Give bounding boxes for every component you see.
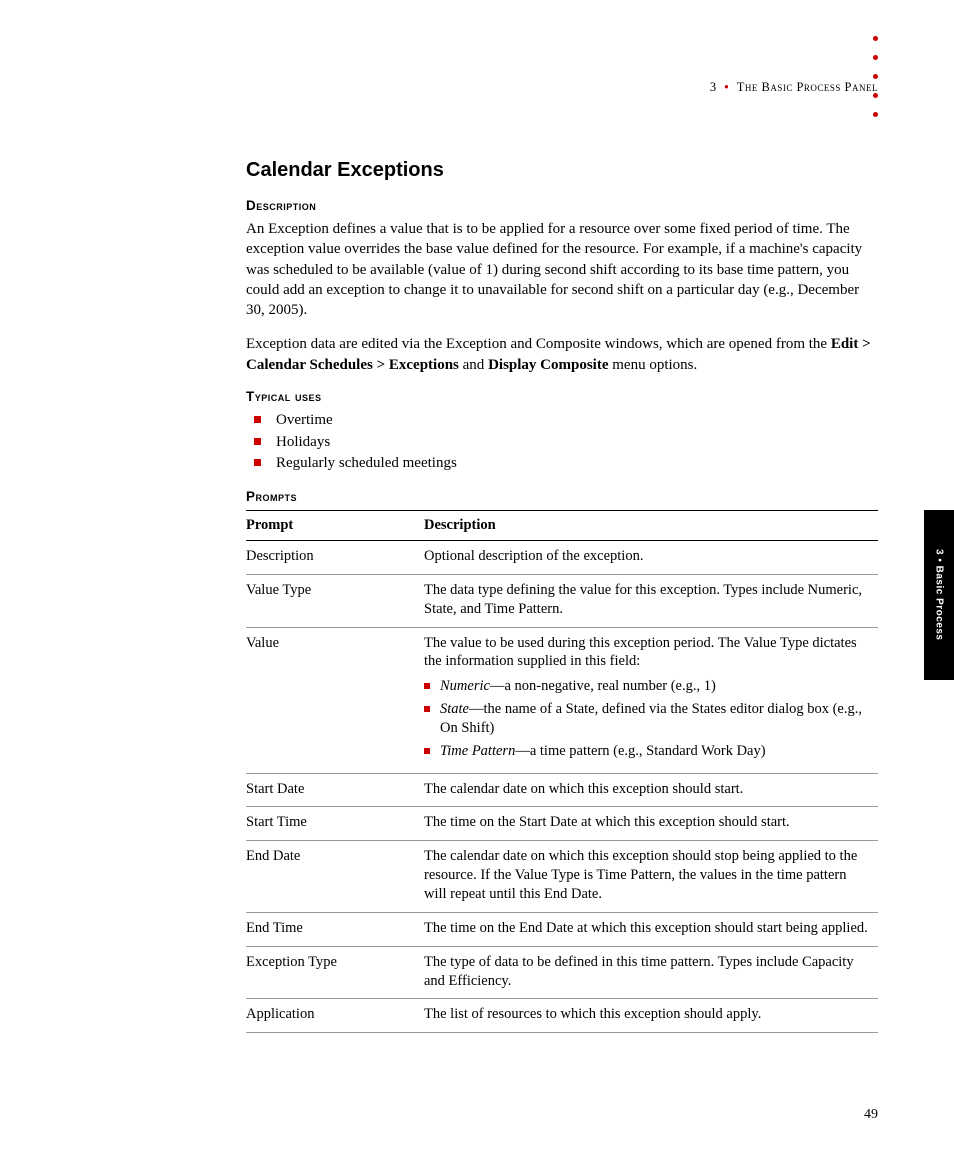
table-header-prompt: Prompt xyxy=(246,511,424,541)
subhead-typical-uses: Typical uses xyxy=(246,389,878,404)
table-row: Value Type The data type defining the va… xyxy=(246,574,878,627)
prompts-table: Prompt Description Description Optional … xyxy=(246,510,878,1033)
table-row: Application The list of resources to whi… xyxy=(246,999,878,1033)
header-separator-dot: • xyxy=(720,80,733,94)
list-item: Overtime xyxy=(252,410,878,432)
value-type-desc: —a time pattern (e.g., Standard Work Day… xyxy=(515,743,765,759)
value-type-name: Time Pattern xyxy=(440,743,515,759)
table-row: Start Date The calendar date on which th… xyxy=(246,773,878,807)
list-item: Time Pattern—a time pattern (e.g., Stand… xyxy=(424,742,870,761)
cell-description: The list of resources to which this exce… xyxy=(424,999,878,1033)
cell-description: The type of data to be defined in this t… xyxy=(424,946,878,999)
cell-description: The time on the End Date at which this e… xyxy=(424,912,878,946)
list-item: Numeric—a non-negative, real number (e.g… xyxy=(424,677,870,696)
cell-prompt: Value Type xyxy=(246,574,424,627)
cell-description: The data type defining the value for thi… xyxy=(424,574,878,627)
cell-description: The calendar date on which this exceptio… xyxy=(424,773,878,807)
cell-prompt: Application xyxy=(246,999,424,1033)
p2-text-mid: and xyxy=(459,357,488,373)
table-header-description: Description xyxy=(424,511,878,541)
running-header: 3 • The Basic Process Panel xyxy=(246,80,878,95)
p2-text-post: menu options. xyxy=(609,357,698,373)
section-title: Calendar Exceptions xyxy=(246,159,878,182)
table-row: Start Time The time on the Start Date at… xyxy=(246,807,878,841)
p2-bold-display-composite: Display Composite xyxy=(488,357,608,373)
cell-prompt: End Time xyxy=(246,912,424,946)
cell-prompt: Start Time xyxy=(246,807,424,841)
cell-prompt: Start Date xyxy=(246,773,424,807)
subhead-description: Description xyxy=(246,198,878,213)
header-chapter-title: The Basic Process Panel xyxy=(737,80,878,94)
list-item: State—the name of a State, defined via t… xyxy=(424,700,870,738)
value-type-desc: —a non-negative, real number (e.g., 1) xyxy=(490,678,716,694)
table-row: Exception Type The type of data to be de… xyxy=(246,946,878,999)
typical-uses-list: Overtime Holidays Regularly scheduled me… xyxy=(252,410,878,475)
header-chapter-number: 3 xyxy=(710,80,717,94)
value-type-desc: —the name of a State, defined via the St… xyxy=(440,701,862,736)
cell-description: Optional description of the exception. xyxy=(424,541,878,575)
cell-prompt: Value xyxy=(246,627,424,773)
cell-description: The time on the Start Date at which this… xyxy=(424,807,878,841)
description-paragraph-2: Exception data are edited via the Except… xyxy=(246,334,878,375)
cell-prompt: Exception Type xyxy=(246,946,424,999)
value-type-name: State xyxy=(440,701,469,717)
cell-value-intro: The value to be used during this excepti… xyxy=(424,635,857,670)
list-item: Regularly scheduled meetings xyxy=(252,453,878,475)
table-row: Value The value to be used during this e… xyxy=(246,627,878,773)
list-item: Holidays xyxy=(252,432,878,454)
cell-description: The calendar date on which this exceptio… xyxy=(424,841,878,913)
value-type-sublist: Numeric—a non-negative, real number (e.g… xyxy=(424,677,870,760)
p2-text-pre: Exception data are edited via the Except… xyxy=(246,336,831,352)
cell-prompt: End Date xyxy=(246,841,424,913)
table-row: End Date The calendar date on which this… xyxy=(246,841,878,913)
table-row: Description Optional description of the … xyxy=(246,541,878,575)
description-paragraph-1: An Exception defines a value that is to … xyxy=(246,219,878,320)
cell-description: The value to be used during this excepti… xyxy=(424,627,878,773)
table-row: End Time The time on the End Date at whi… xyxy=(246,912,878,946)
subhead-prompts: Prompts xyxy=(246,489,878,504)
value-type-name: Numeric xyxy=(440,678,490,694)
page-number: 49 xyxy=(864,1107,878,1123)
cell-prompt: Description xyxy=(246,541,424,575)
